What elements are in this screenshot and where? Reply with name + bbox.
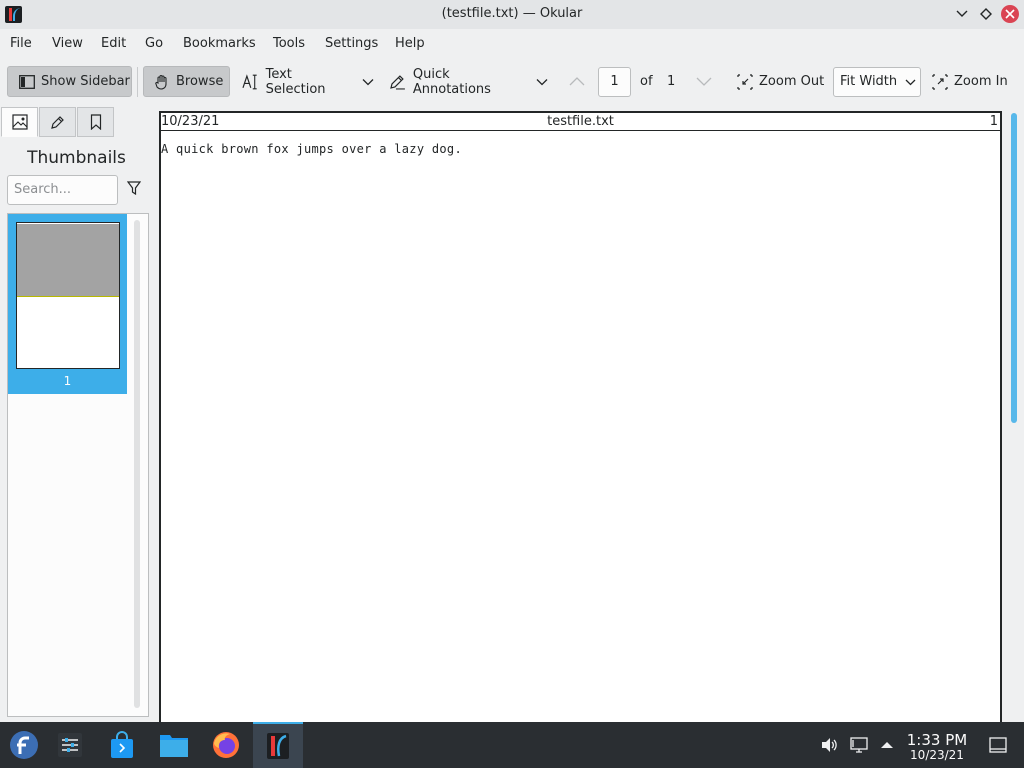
- tab-annotations[interactable]: [39, 107, 76, 137]
- clock-time[interactable]: 1:33 PM: [900, 731, 974, 749]
- show-desktop-icon[interactable]: [989, 737, 1007, 753]
- toolbar-separator: [137, 67, 138, 97]
- quick-annotations-button[interactable]: Quick Annotations: [389, 66, 531, 97]
- tab-bookmarks[interactable]: [77, 107, 114, 137]
- taskbar: [0, 722, 1024, 768]
- task-system-settings[interactable]: [46, 722, 94, 768]
- previous-page-icon[interactable]: [569, 77, 585, 86]
- zoom-mode-select[interactable]: Fit Width: [833, 67, 921, 97]
- zoom-in-icon: [932, 73, 948, 90]
- header-filename: testfile.txt: [547, 114, 614, 129]
- thumbnail-item-selected[interactable]: 1: [8, 214, 127, 394]
- window-title: (testfile.txt) — Okular: [441, 6, 583, 21]
- zoom-in-button[interactable]: Zoom In: [932, 66, 1012, 97]
- settings-sliders-icon: [58, 733, 82, 757]
- zoom-in-label: Zoom In: [954, 74, 1008, 89]
- chevron-down-icon: [905, 79, 916, 86]
- header-page-number: 1: [989, 114, 998, 129]
- browse-label: Browse: [176, 74, 224, 89]
- clock-date[interactable]: 10/23/21: [900, 748, 974, 762]
- title-bar: (testfile.txt) — Okular: [0, 0, 1024, 29]
- next-page-icon[interactable]: [696, 77, 712, 86]
- tab-thumbnails[interactable]: [1, 107, 38, 137]
- pen-icon: [390, 74, 405, 89]
- thumbnail-page-number: 1: [63, 374, 72, 388]
- menu-file[interactable]: File: [10, 36, 32, 51]
- page-number-input[interactable]: 1: [598, 67, 631, 97]
- quick-annotations-dropdown-icon[interactable]: [536, 78, 548, 86]
- system-tray-expand-icon[interactable]: [880, 740, 894, 749]
- pen-icon: [50, 116, 64, 129]
- show-sidebar-label: Show Sidebar: [41, 74, 130, 89]
- menu-view[interactable]: View: [52, 36, 83, 51]
- text-selection-label: Text Selection: [265, 66, 326, 97]
- browse-tool-button[interactable]: Browse: [143, 66, 230, 97]
- document-view[interactable]: 10/23/21 testfile.txt 1 A quick brown fo…: [153, 105, 1024, 722]
- zoom-out-button[interactable]: Zoom Out: [737, 66, 825, 97]
- bookmark-icon: [90, 114, 101, 130]
- task-file-manager[interactable]: [150, 722, 198, 768]
- menu-help[interactable]: Help: [395, 36, 425, 51]
- zoom-out-label: Zoom Out: [759, 74, 825, 89]
- document-page[interactable]: 10/23/21 testfile.txt 1 A quick brown fo…: [159, 111, 1002, 722]
- minimize-button[interactable]: [953, 5, 971, 23]
- menu-bookmarks[interactable]: Bookmarks: [183, 36, 256, 51]
- visible-area-highlight: [17, 224, 119, 297]
- text-cursor-icon: [242, 73, 257, 89]
- filter-icon[interactable]: [127, 181, 141, 195]
- hand-icon: [155, 74, 167, 90]
- shopping-bag-icon: [111, 731, 133, 758]
- image-icon: [11, 114, 28, 130]
- thumbnail-list: 1: [7, 213, 149, 717]
- text-selection-button[interactable]: Text Selection: [242, 66, 354, 97]
- zoom-out-icon: [737, 73, 753, 90]
- volume-icon[interactable]: [820, 736, 838, 754]
- show-sidebar-button[interactable]: Show Sidebar: [7, 66, 132, 97]
- sidebar: Thumbnails Search... 1: [0, 105, 153, 722]
- folder-icon: [160, 735, 188, 757]
- task-firefox[interactable]: [202, 722, 250, 768]
- menu-settings[interactable]: Settings: [325, 36, 378, 51]
- zoom-mode-value: Fit Width: [840, 74, 898, 89]
- task-okular[interactable]: [253, 722, 303, 768]
- page-total-label: 1: [667, 74, 676, 89]
- task-discover[interactable]: [98, 722, 146, 768]
- menu-edit[interactable]: Edit: [101, 36, 126, 51]
- fedora-logo-icon: [10, 731, 38, 759]
- close-button[interactable]: [1001, 5, 1019, 23]
- maximize-button[interactable]: [977, 5, 995, 23]
- menu-go[interactable]: Go: [145, 36, 163, 51]
- thumbnail-search-input[interactable]: Search...: [7, 175, 118, 205]
- menu-tools[interactable]: Tools: [273, 36, 305, 51]
- okular-icon: [267, 733, 289, 759]
- document-body-text: A quick brown fox jumps over a lazy dog.: [161, 142, 462, 156]
- firefox-icon: [213, 732, 239, 758]
- network-icon[interactable]: [850, 736, 868, 754]
- sidebar-icon: [19, 74, 35, 89]
- document-scrollbar[interactable]: [1011, 113, 1017, 423]
- page-header: 10/23/21 testfile.txt 1: [161, 113, 1000, 131]
- page-of-label: of: [640, 74, 653, 89]
- quick-annotations-label: Quick Annotations: [412, 66, 491, 97]
- menu-bar: File View Edit Go Bookmarks Tools Settin…: [0, 29, 1024, 59]
- sidebar-title: Thumbnails: [27, 148, 126, 168]
- thumbnail-scrollbar[interactable]: [134, 220, 140, 708]
- page-thumbnail[interactable]: [16, 222, 120, 369]
- text-selection-dropdown-icon[interactable]: [362, 78, 374, 86]
- application-launcher[interactable]: [0, 722, 48, 768]
